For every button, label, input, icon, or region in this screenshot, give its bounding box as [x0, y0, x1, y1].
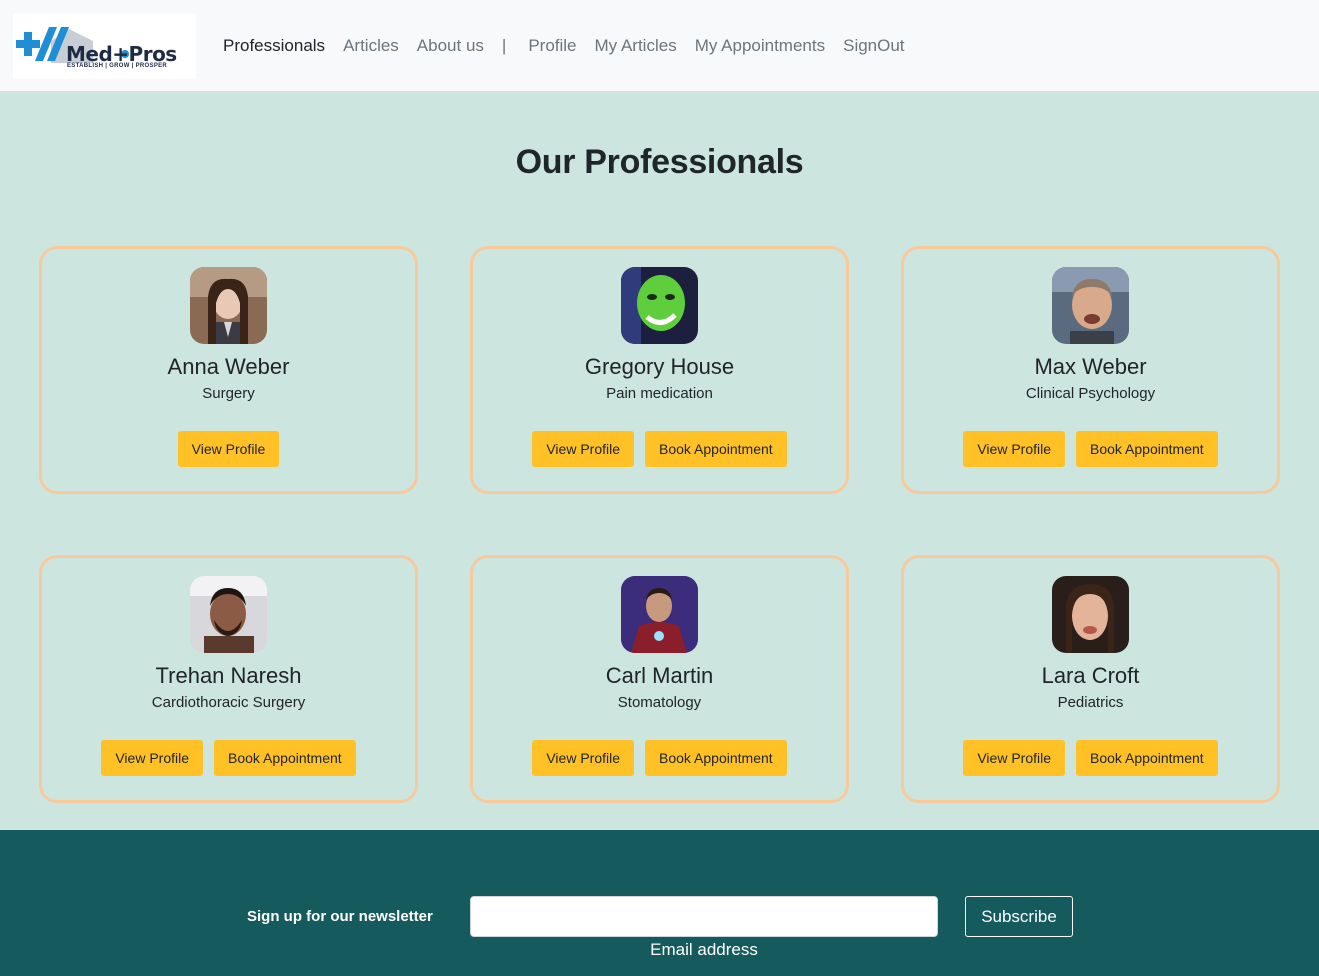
- professional-specialty: Clinical Psychology: [1025, 385, 1156, 402]
- nav-link-about-us[interactable]: About us: [417, 36, 484, 56]
- card-actions: View Profile: [42, 431, 415, 467]
- card-actions: View Profile Book Appointment: [42, 740, 415, 776]
- professional-name: Gregory House: [584, 354, 735, 379]
- book-appointment-button[interactable]: Book Appointment: [645, 740, 787, 776]
- view-profile-button[interactable]: View Profile: [177, 431, 280, 467]
- nav-link-my-articles[interactable]: My Articles: [595, 36, 677, 56]
- professional-name: Trehan Naresh: [155, 663, 302, 688]
- book-appointment-button[interactable]: Book Appointment: [1076, 740, 1218, 776]
- nav-link-articles[interactable]: Articles: [343, 36, 399, 56]
- professional-name: Lara Croft: [1041, 663, 1140, 688]
- brand-logo[interactable]: Med+Pros ESTABLISH | GROW | PROSPER: [13, 12, 196, 79]
- professional-specialty: Stomatology: [617, 694, 702, 711]
- book-appointment-button[interactable]: Book Appointment: [1076, 431, 1218, 467]
- card-actions: View Profile Book Appointment: [904, 431, 1277, 467]
- professional-specialty: Cardiothoracic Surgery: [151, 694, 306, 711]
- professional-card: Carl Martin Stomatology View Profile Boo…: [470, 555, 849, 803]
- professional-specialty: Surgery: [202, 385, 255, 402]
- view-profile-button[interactable]: View Profile: [532, 431, 635, 467]
- professional-card: Anna Weber Surgery View Profile: [39, 246, 418, 494]
- nav-links: Professionals Articles About us | Profil…: [223, 36, 923, 56]
- email-caption: Email address: [650, 940, 758, 959]
- avatar: [1052, 267, 1129, 344]
- professional-card: Gregory House Pain medication View Profi…: [470, 246, 849, 494]
- avatar: [621, 576, 698, 653]
- view-profile-button[interactable]: View Profile: [532, 740, 635, 776]
- subscribe-button[interactable]: Subscribe: [965, 896, 1073, 937]
- professionals-section: Our Professionals Anna Weber Surgery Vie…: [0, 91, 1319, 830]
- avatar: [1052, 576, 1129, 653]
- page: Med+Pros ESTABLISH | GROW | PROSPER Prof…: [0, 0, 1319, 976]
- navbar: Med+Pros ESTABLISH | GROW | PROSPER Prof…: [0, 0, 1319, 91]
- card-actions: View Profile Book Appointment: [473, 431, 846, 467]
- professional-card: Trehan Naresh Cardiothoracic Surgery Vie…: [39, 555, 418, 803]
- professional-card: Max Weber Clinical Psychology View Profi…: [901, 246, 1280, 494]
- footer: Sign up for our newsletter Email address…: [0, 830, 1319, 976]
- newsletter-label: Sign up for our newsletter: [247, 908, 433, 925]
- email-input[interactable]: [470, 896, 938, 937]
- book-appointment-button[interactable]: Book Appointment: [214, 740, 356, 776]
- nav-separator: |: [501, 35, 507, 55]
- view-profile-button[interactable]: View Profile: [963, 431, 1066, 467]
- book-appointment-button[interactable]: Book Appointment: [645, 431, 787, 467]
- professional-name: Max Weber: [1034, 354, 1147, 379]
- professional-card: Lara Croft Pediatrics View Profile Book …: [901, 555, 1280, 803]
- professional-name: Anna Weber: [167, 354, 290, 379]
- view-profile-button[interactable]: View Profile: [963, 740, 1066, 776]
- page-title: Our Professionals: [515, 143, 804, 181]
- card-actions: View Profile Book Appointment: [473, 740, 846, 776]
- avatar: [190, 576, 267, 653]
- avatar: [190, 267, 267, 344]
- avatar: [621, 267, 698, 344]
- professional-specialty: Pain medication: [606, 385, 713, 402]
- nav-link-professionals[interactable]: Professionals: [223, 36, 325, 56]
- nav-link-signout[interactable]: SignOut: [843, 36, 904, 56]
- professional-specialty: Pediatrics: [1057, 694, 1124, 711]
- professional-name: Carl Martin: [605, 663, 714, 688]
- card-actions: View Profile Book Appointment: [904, 740, 1277, 776]
- view-profile-button[interactable]: View Profile: [101, 740, 204, 776]
- nav-link-my-appointments[interactable]: My Appointments: [695, 36, 825, 56]
- logo-tagline: ESTABLISH | GROW | PROSPER: [67, 62, 168, 69]
- nav-link-profile[interactable]: Profile: [528, 36, 576, 56]
